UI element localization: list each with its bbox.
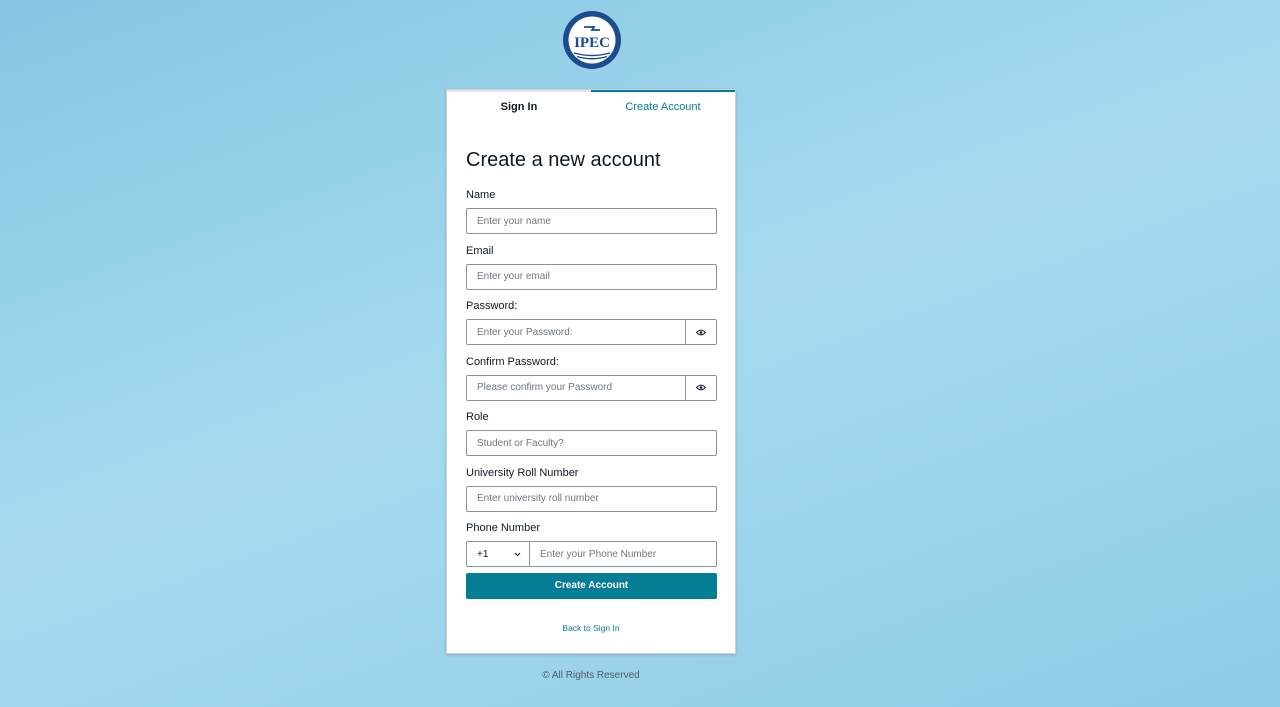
footer-copyright: © All Rights Reserved [542, 670, 640, 681]
role-input[interactable] [466, 430, 717, 456]
tab-sign-in[interactable]: Sign In [447, 90, 591, 122]
name-field-group: Name [466, 188, 717, 244]
phone-label: Phone Number [466, 522, 540, 534]
country-code-select[interactable]: +1 [466, 541, 529, 567]
country-code-value: +1 [477, 548, 489, 560]
email-field-group: Email [466, 244, 717, 300]
page-title: Create a new account [466, 149, 661, 171]
roll-number-field-group: University Roll Number [466, 466, 717, 522]
auth-tabs: Sign In Create Account [447, 90, 735, 122]
create-account-button[interactable]: Create Account [466, 572, 717, 599]
chevron-down-icon [514, 552, 521, 556]
eye-icon [696, 384, 706, 391]
show-confirm-password-button[interactable] [686, 374, 717, 401]
email-input[interactable] [466, 263, 717, 290]
eye-icon [696, 329, 706, 335]
confirm-password-label: Confirm Password: [466, 355, 559, 368]
phone-field-group: Phone Number +1 [466, 521, 717, 577]
back-to-sign-in-link[interactable]: Back to Sign In [466, 623, 716, 633]
signup-card: Sign In Create Account Create a new acco… [446, 89, 736, 654]
ipec-logo: IPEC [563, 11, 621, 69]
tab-create-account[interactable]: Create Account [591, 90, 735, 122]
confirm-password-input[interactable] [466, 374, 686, 401]
password-input-group [466, 319, 717, 345]
email-label: Email [466, 244, 494, 257]
signup-form: Name Email Password: [466, 188, 717, 633]
phone-input-group: +1 [466, 541, 717, 567]
confirm-password-input-group [466, 374, 717, 401]
role-label: Role [466, 411, 489, 423]
svg-text:IPEC: IPEC [574, 35, 610, 51]
password-input[interactable] [466, 319, 686, 345]
password-label: Password: [466, 300, 518, 312]
name-label: Name [466, 189, 496, 201]
phone-input[interactable] [529, 541, 717, 567]
confirm-password-field-group: Confirm Password: [466, 355, 717, 411]
password-field-group: Password: [466, 299, 717, 355]
show-password-button[interactable] [686, 319, 717, 345]
roll-number-label: University Roll Number [466, 466, 579, 479]
role-field-group: Role [466, 410, 717, 466]
roll-number-input[interactable] [466, 485, 717, 512]
name-input[interactable] [466, 208, 717, 234]
